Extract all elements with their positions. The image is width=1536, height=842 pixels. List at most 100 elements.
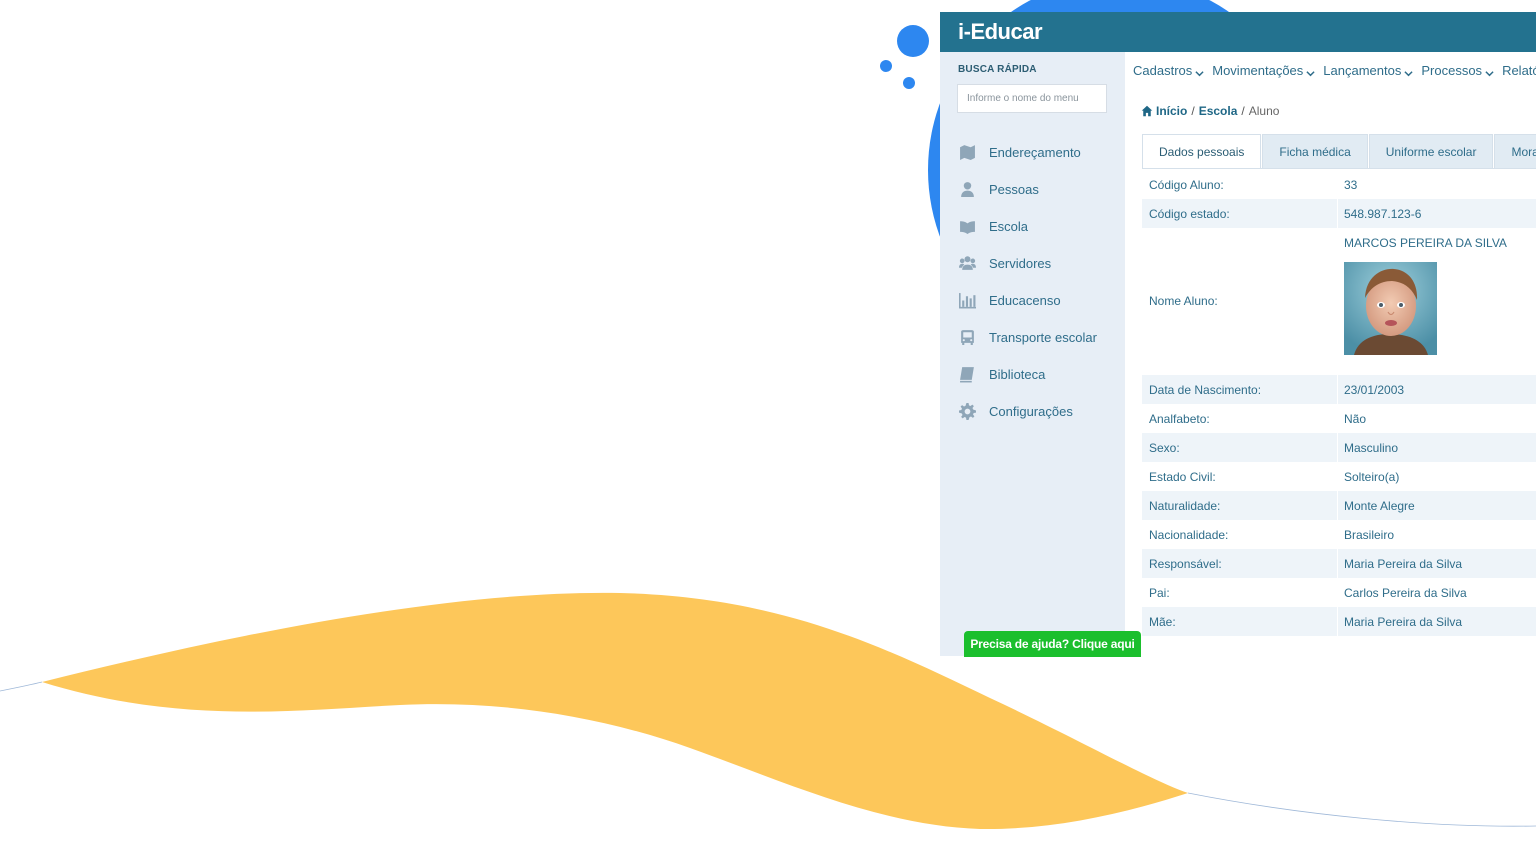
field-value: Maria Pereira da Silva <box>1344 557 1463 571</box>
field-value: Monte Alegre <box>1344 499 1415 513</box>
menu-label: Processos <box>1421 62 1483 78</box>
menu-label: Movimentações <box>1212 62 1304 78</box>
breadcrumb-home[interactable]: Início <box>1156 104 1187 118</box>
book-open-icon <box>958 218 976 236</box>
table-row: Estado Civil: Solteiro(a) <box>1142 462 1536 491</box>
tab-moradia[interactable]: Moradia <box>1494 134 1536 168</box>
sidebar-item-label: Escola <box>989 219 1029 234</box>
menu-label: Relató <box>1502 62 1536 78</box>
field-value: Não <box>1344 412 1367 426</box>
menu-label: Lançamentos <box>1323 62 1402 78</box>
column-divider <box>1337 433 1338 462</box>
tab-divider <box>1142 168 1536 169</box>
field-label: Data de Nascimento: <box>1149 383 1262 397</box>
book-icon <box>958 366 976 384</box>
field-label: Nacionalidade: <box>1149 528 1229 542</box>
menu-processos[interactable]: Processos <box>1421 60 1494 80</box>
field-label: Código estado: <box>1149 207 1230 221</box>
sidebar-item-label: Servidores <box>989 256 1052 271</box>
sidebar-item-configuracoes[interactable]: Configurações <box>940 393 1125 430</box>
help-button[interactable]: Precisa de ajuda? Clique aqui <box>964 631 1141 657</box>
field-value: 548.987.123-6 <box>1344 207 1422 221</box>
table-row: Responsável: Maria Pereira da Silva <box>1142 549 1536 578</box>
field-label: Responsável: <box>1149 557 1222 571</box>
decor-wave-line <box>1187 792 1536 827</box>
search-label: BUSCA RÁPIDA <box>958 64 1037 75</box>
home-icon <box>1141 105 1153 117</box>
field-value: Brasileiro <box>1344 528 1395 542</box>
sidebar-item-biblioteca[interactable]: Biblioteca <box>940 356 1125 393</box>
field-value: Solteiro(a) <box>1344 470 1400 484</box>
table-row: Nacionalidade: Brasileiro <box>1142 520 1536 549</box>
table-row: Sexo: Masculino <box>1142 433 1536 462</box>
breadcrumb-escola[interactable]: Escola <box>1199 104 1238 118</box>
sidebar: BUSCA RÁPIDA Endereçamento Pessoas Escol… <box>940 52 1125 656</box>
sidebar-item-educacenso[interactable]: Educacenso <box>940 282 1125 319</box>
menu-lancamentos[interactable]: Lançamentos <box>1323 60 1413 80</box>
sidebar-item-label: Pessoas <box>989 182 1039 197</box>
table-row: Mãe: Maria Pereira da Silva <box>1142 607 1536 636</box>
column-divider <box>1337 491 1338 520</box>
menu-movimentacoes[interactable]: Movimentações <box>1212 60 1315 80</box>
sidebar-item-label: Educacenso <box>989 293 1061 308</box>
table-row: Código estado: 548.987.123-6 <box>1142 199 1536 228</box>
user-icon <box>958 181 976 199</box>
decor-dot-small <box>903 77 915 89</box>
column-divider <box>1337 607 1338 636</box>
field-value: Maria Pereira da Silva <box>1344 615 1463 629</box>
users-icon <box>958 255 976 273</box>
sidebar-item-escola[interactable]: Escola <box>940 208 1125 245</box>
bus-icon <box>958 329 976 347</box>
field-label: Mãe: <box>1149 615 1176 629</box>
menu-label: Cadastros <box>1133 62 1193 78</box>
bar-chart-icon <box>958 292 976 310</box>
decor-wave-line <box>0 681 43 692</box>
table-row: Código Aluno: 33 <box>1142 170 1536 199</box>
field-value: Carlos Pereira da Silva <box>1344 586 1467 600</box>
field-label: Analfabeto: <box>1149 412 1210 426</box>
tab-bar: Dados pessoais Ficha médica Uniforme esc… <box>1142 134 1536 169</box>
chevron-down-icon <box>1404 66 1413 76</box>
column-divider <box>1337 375 1338 404</box>
breadcrumb-current: Aluno <box>1248 104 1280 118</box>
field-value: 23/01/2003 <box>1344 383 1405 397</box>
column-divider <box>1337 199 1338 228</box>
field-label: Pai: <box>1149 586 1170 600</box>
tab-uniforme-escolar[interactable]: Uniforme escolar <box>1368 134 1494 168</box>
sidebar-item-enderecamento[interactable]: Endereçamento <box>940 134 1125 171</box>
sidebar-item-pessoas[interactable]: Pessoas <box>940 171 1125 208</box>
gear-icon <box>958 403 976 421</box>
field-label: Naturalidade: <box>1149 499 1221 513</box>
app-header: i-Educar <box>940 12 1536 52</box>
menu-relatorios[interactable]: Relató <box>1502 60 1536 80</box>
table-row: Data de Nascimento: 23/01/2003 <box>1142 375 1536 404</box>
sidebar-item-transporte-escolar[interactable]: Transporte escolar <box>940 319 1125 356</box>
field-label: Estado Civil: <box>1149 470 1216 484</box>
menu-cadastros[interactable]: Cadastros <box>1133 60 1204 80</box>
table-row: Naturalidade: Monte Alegre <box>1142 491 1536 520</box>
chevron-down-icon <box>1306 66 1315 76</box>
sidebar-item-label: Configurações <box>989 404 1073 419</box>
table-row: Analfabeto: Não <box>1142 404 1536 433</box>
search-input[interactable] <box>957 84 1107 113</box>
map-icon <box>958 144 976 162</box>
sidebar-item-label: Transporte escolar <box>989 330 1097 345</box>
tab-ficha-medica[interactable]: Ficha médica <box>1262 134 1368 168</box>
field-value: 33 <box>1344 178 1358 192</box>
table-row: Nome Aluno: MARCOS PEREIRA DA SILVA <box>1142 228 1536 375</box>
chevron-down-icon <box>1485 66 1494 76</box>
field-label: Código Aluno: <box>1149 178 1224 192</box>
field-value: Masculino <box>1344 441 1399 455</box>
app-logo[interactable]: i-Educar <box>958 19 1043 45</box>
student-photo <box>1344 262 1437 355</box>
breadcrumb-separator: / <box>1241 104 1245 118</box>
table-row: Pai: Carlos Pereira da Silva <box>1142 578 1536 607</box>
decor-dot-small <box>880 60 892 72</box>
breadcrumb-separator: / <box>1191 104 1195 118</box>
field-label: Nome Aluno: <box>1149 294 1218 308</box>
top-menu: Cadastros Movimentações Lançamentos Proc… <box>1133 60 1536 80</box>
column-divider <box>1337 549 1338 578</box>
sidebar-item-label: Endereçamento <box>989 145 1081 160</box>
tab-dados-pessoais[interactable]: Dados pessoais <box>1142 134 1262 169</box>
sidebar-item-servidores[interactable]: Servidores <box>940 245 1125 282</box>
